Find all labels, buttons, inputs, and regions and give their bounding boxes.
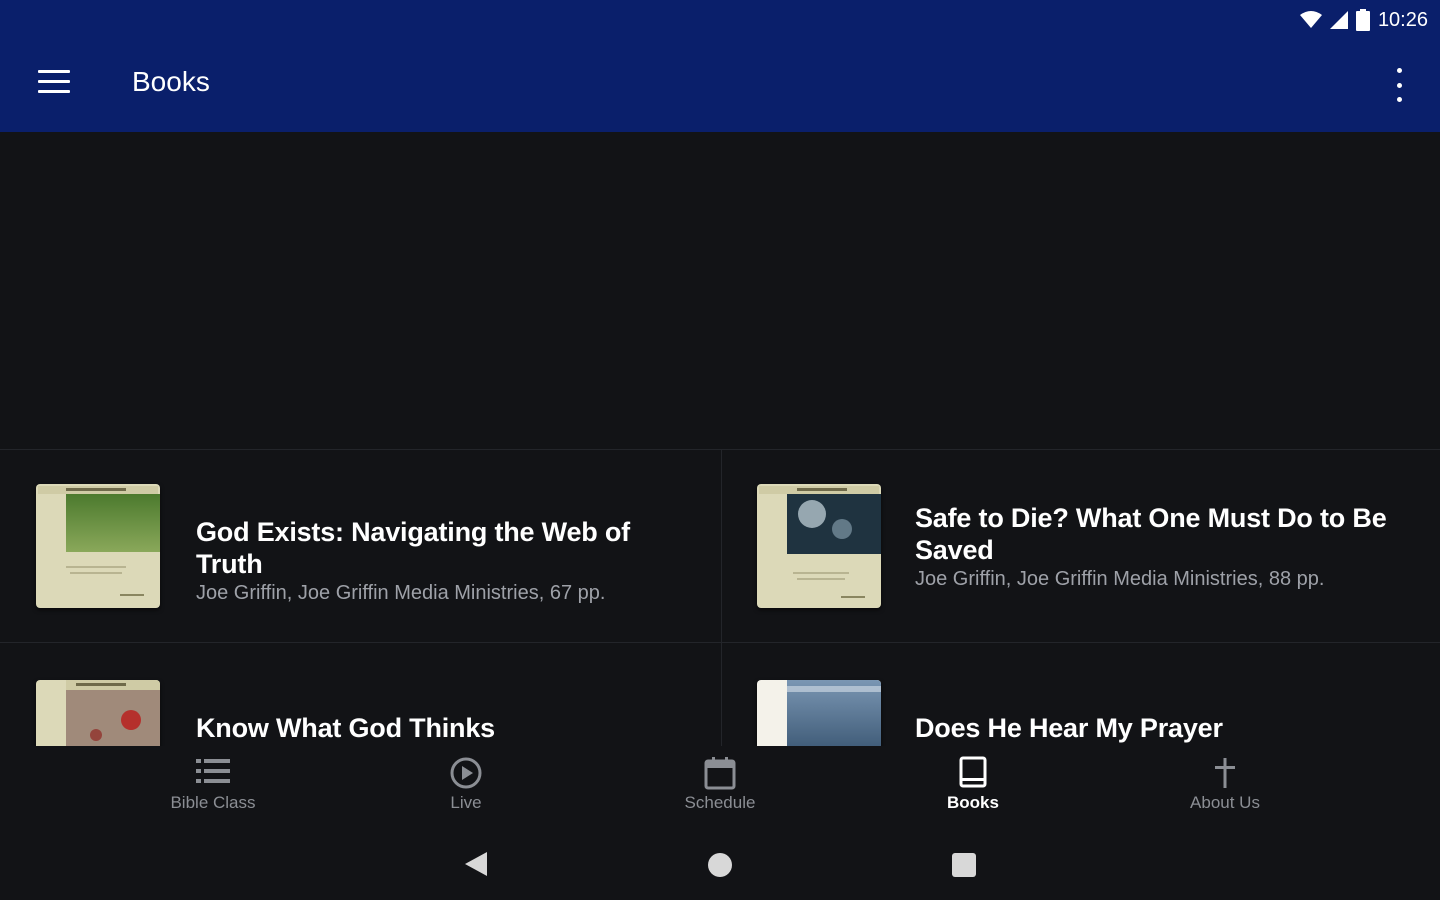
page-title: Books [132,66,210,97]
nav-label: Books [947,793,999,812]
book-cover [757,680,881,746]
hamburger-menu-icon[interactable] [38,70,70,98]
play-circle-icon [450,757,482,789]
book-card[interactable]: Does He Hear My Prayer [721,643,1440,746]
book-title: Does He Hear My Prayer [915,713,1223,743]
book-cover [757,484,881,608]
system-navigation [0,826,1440,900]
book-card[interactable]: Safe to Die? What One Must Do to Be Save… [721,450,1440,642]
more-vert-icon[interactable] [1394,68,1404,102]
nav-bible-class[interactable]: Bible Class [133,756,293,813]
book-subtitle: Joe Griffin, Joe Griffin Media Ministrie… [915,568,1325,590]
cross-icon [1215,758,1235,788]
battery-icon [1355,9,1370,31]
book-card[interactable]: Know What God Thinks [0,643,721,746]
calendar-icon [704,757,736,790]
status-time: 10:26 [1377,8,1428,31]
book-title: God Exists: Navigating the Web of Truth [196,517,630,579]
recents-icon[interactable] [951,852,977,883]
nav-label: Bible Class [170,793,256,812]
app-bar: 10:26 Books [0,0,1440,132]
home-icon[interactable] [707,852,733,883]
list-icon [196,759,230,783]
signal-icon [1329,11,1348,29]
nav-about-us[interactable]: About Us [1145,756,1305,813]
book-cover [36,484,160,608]
nav-label: Live [450,793,482,812]
book-title: Safe to Die? What One Must Do to Be Save… [915,503,1387,565]
book-card[interactable]: God Exists: Navigating the Web of Truth … [0,450,721,642]
nav-books[interactable]: Books [893,756,1053,813]
nav-label: Schedule [684,793,756,812]
book-title: Know What God Thinks [196,713,495,743]
book-subtitle: Joe Griffin, Joe Griffin Media Ministrie… [196,582,606,604]
book-icon [959,756,987,788]
nav-label: About Us [1190,793,1260,812]
nav-schedule[interactable]: Schedule [640,756,800,813]
nav-live[interactable]: Live [386,756,546,813]
wifi-icon [1299,11,1322,29]
back-icon[interactable] [463,850,489,883]
bottom-navigation: Bible Class Live Schedule Books About Us [0,746,1440,826]
book-cover [36,680,160,746]
status-bar: 10:26 [1299,6,1428,34]
